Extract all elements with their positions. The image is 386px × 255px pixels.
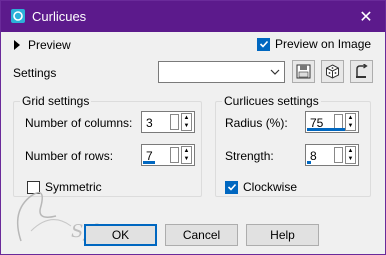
help-label: Help	[270, 228, 295, 242]
save-icon	[296, 64, 311, 79]
clockwise-checkbox[interactable]: Clockwise	[225, 180, 297, 194]
spin-down-icon[interactable]: ▼	[346, 155, 355, 163]
app-icon	[11, 9, 25, 23]
dropdown-chevron-icon	[270, 69, 280, 75]
close-button[interactable]: ✕	[347, 1, 385, 32]
strength-spinbox[interactable]: 8 ▲ ▼	[305, 144, 359, 166]
spin-down-icon[interactable]: ▼	[182, 155, 191, 163]
strength-slider-fill	[307, 161, 311, 164]
spin-down-icon[interactable]: ▼	[346, 122, 355, 130]
ok-label: OK	[111, 228, 130, 242]
columns-stepper[interactable]: ▲ ▼	[181, 113, 192, 131]
spin-up-icon[interactable]: ▲	[182, 147, 191, 155]
columns-label: Number of columns:	[25, 116, 133, 130]
ok-button[interactable]: OK	[84, 224, 157, 246]
radius-slider-fill	[307, 128, 345, 131]
preview-on-image-label: Preview on Image	[275, 37, 372, 51]
spin-up-icon[interactable]: ▲	[346, 114, 355, 122]
strength-label: Strength:	[225, 149, 274, 163]
checkmark-icon	[227, 183, 236, 191]
rows-label: Number of rows:	[25, 149, 114, 163]
preview-on-image-checkbox[interactable]: Preview on Image	[257, 37, 371, 51]
rows-slider-fill	[143, 161, 155, 164]
preview-toggle[interactable]: Preview	[14, 38, 71, 52]
randomize-button[interactable]	[321, 60, 344, 83]
rows-stepper[interactable]: ▲ ▼	[181, 146, 192, 164]
cancel-label: Cancel	[182, 228, 221, 242]
radius-spinbox[interactable]: 75 ▲ ▼	[305, 111, 359, 133]
dialog-window: Curlicues ✕ Preview Preview on Image Set…	[0, 0, 386, 255]
grid-settings-title: Grid settings	[20, 94, 92, 108]
rows-field-divider	[170, 147, 179, 163]
strength-field-divider	[334, 147, 343, 163]
title-bar[interactable]: Curlicues ✕	[1, 1, 385, 32]
clockwise-label: Clockwise	[243, 180, 298, 194]
spin-up-icon[interactable]: ▲	[346, 147, 355, 155]
save-preset-button[interactable]	[292, 60, 315, 83]
strength-value: 8	[310, 149, 317, 163]
spin-up-icon[interactable]: ▲	[182, 114, 191, 122]
reset-button[interactable]	[350, 60, 373, 83]
cancel-button[interactable]: Cancel	[165, 224, 238, 246]
close-icon: ✕	[359, 8, 373, 26]
columns-value: 3	[146, 116, 153, 130]
clockwise-box[interactable]	[225, 180, 238, 194]
radius-label: Radius (%):	[225, 116, 288, 130]
columns-field-divider	[170, 114, 179, 130]
randomize-icon	[326, 64, 339, 79]
preview-on-image-box[interactable]	[257, 37, 270, 51]
spin-down-icon[interactable]: ▼	[182, 122, 191, 130]
curlicues-settings-title: Curlicues settings	[222, 94, 321, 108]
strength-stepper[interactable]: ▲ ▼	[345, 146, 356, 164]
help-button[interactable]: Help	[246, 224, 319, 246]
preset-combobox[interactable]	[158, 61, 285, 83]
reset-icon	[356, 64, 368, 78]
rows-spinbox[interactable]: 7 ▲ ▼	[141, 144, 195, 166]
preview-label: Preview	[28, 38, 71, 52]
columns-spinbox[interactable]: 3 ▲ ▼	[141, 111, 195, 133]
expand-triangle-icon	[14, 40, 20, 50]
radius-stepper[interactable]: ▲ ▼	[345, 113, 356, 131]
settings-label: Settings	[13, 66, 57, 80]
window-title: Curlicues	[32, 9, 87, 24]
checkmark-icon	[259, 40, 268, 48]
